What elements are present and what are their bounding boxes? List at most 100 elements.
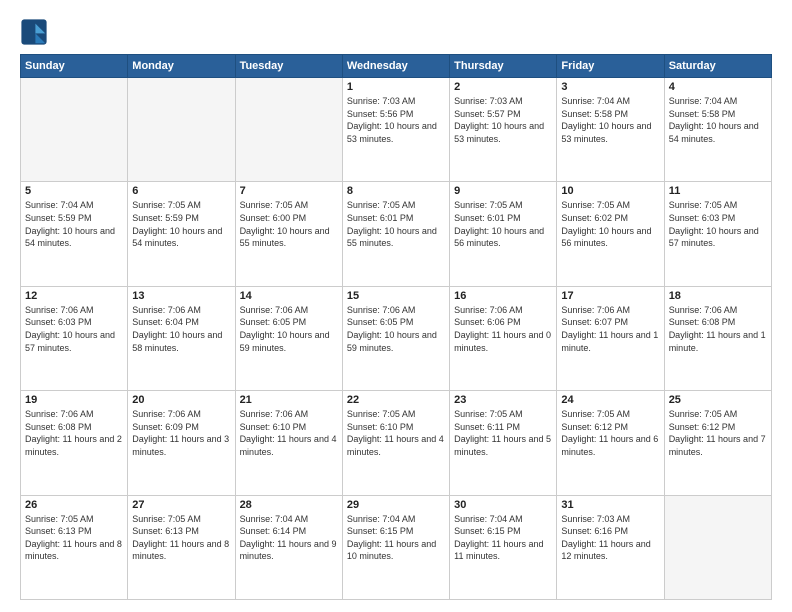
day-info: Sunrise: 7:06 AMSunset: 6:05 PMDaylight:… — [347, 304, 445, 354]
daylight-text: Daylight: 10 hours and 54 minutes. — [669, 120, 767, 145]
sunset-text: Sunset: 5:59 PM — [132, 212, 230, 225]
sunrise-text: Sunrise: 7:04 AM — [240, 513, 338, 526]
daylight-text: Daylight: 10 hours and 54 minutes. — [132, 225, 230, 250]
sunrise-text: Sunrise: 7:04 AM — [669, 95, 767, 108]
calendar-cell-1-5: 2Sunrise: 7:03 AMSunset: 5:57 PMDaylight… — [450, 78, 557, 182]
week-row-3: 12Sunrise: 7:06 AMSunset: 6:03 PMDayligh… — [21, 286, 772, 390]
calendar-cell-4-5: 23 Sunrise: 7:05 AMSunset: 6:11 PMDayligh… — [450, 391, 557, 495]
day-info: Sunrise: 7:05 AMSunset: 6:12 PMDaylight:… — [669, 408, 767, 458]
calendar-cell-2-7: 11Sunrise: 7:05 AMSunset: 6:03 PMDayligh… — [664, 182, 771, 286]
day-info: Sunrise: 7:05 AMSunset: 6:02 PMDaylight:… — [561, 199, 659, 249]
sunset-text: Sunset: 6:08 PM — [25, 421, 123, 434]
daylight-text: Daylight: 11 hours and 4 minutes. — [240, 433, 338, 458]
page: SundayMondayTuesdayWednesdayThursdayFrid… — [0, 0, 792, 612]
day-info: Sunrise: 7:05 AMSunset: 6:11 PMDaylight:… — [454, 408, 552, 458]
day-info: Sunrise: 7:03 AMSunset: 6:16 PMDaylight:… — [561, 513, 659, 563]
day-number: 5 — [25, 185, 123, 197]
daylight-text: Daylight: 11 hours and 4 minutes. — [347, 433, 445, 458]
daylight-text: Daylight: 10 hours and 53 minutes. — [561, 120, 659, 145]
sunset-text: Sunset: 6:05 PM — [240, 316, 338, 329]
day-info: Sunrise: 7:04 AMSunset: 6:15 PMDaylight:… — [454, 513, 552, 563]
day-number: 24 — [561, 394, 659, 406]
daylight-text: Daylight: 11 hours and 1 minute. — [561, 329, 659, 354]
sunrise-text: Sunrise: 7:06 AM — [240, 408, 338, 421]
calendar-cell-5-7 — [664, 495, 771, 599]
sunset-text: Sunset: 5:58 PM — [669, 108, 767, 121]
calendar-cell-1-3 — [235, 78, 342, 182]
calendar-cell-1-6: 3 Sunrise: 7:04 AMSunset: 5:58 PMDaylight… — [557, 78, 664, 182]
sunset-text: Sunset: 6:12 PM — [669, 421, 767, 434]
sunset-text: Sunset: 6:07 PM — [561, 316, 659, 329]
day-number: 16 — [454, 290, 552, 302]
sunrise-text: Sunrise: 7:05 AM — [454, 408, 552, 421]
sunrise-text: Sunrise: 7:05 AM — [454, 199, 552, 212]
daylight-text: Daylight: 11 hours and 9 minutes. — [240, 538, 338, 563]
day-number: 23 — [454, 394, 552, 406]
sunset-text: Sunset: 6:14 PM — [240, 525, 338, 538]
sunrise-text: Sunrise: 7:05 AM — [25, 513, 123, 526]
calendar-cell-2-1: 5Sunrise: 7:04 AMSunset: 5:59 PMDaylight… — [21, 182, 128, 286]
calendar-cell-3-6: 17Sunrise: 7:06 AMSunset: 6:07 PMDayligh… — [557, 286, 664, 390]
sunset-text: Sunset: 5:56 PM — [347, 108, 445, 121]
calendar-cell-3-4: 15 Sunrise: 7:06 AMSunset: 6:05 PMDayligh… — [342, 286, 449, 390]
sunrise-text: Sunrise: 7:06 AM — [347, 304, 445, 317]
day-info: Sunrise: 7:06 AMSunset: 6:07 PMDaylight:… — [561, 304, 659, 354]
day-number: 19 — [25, 394, 123, 406]
logo-icon — [20, 18, 48, 46]
day-info: Sunrise: 7:06 AMSunset: 6:08 PMDaylight:… — [25, 408, 123, 458]
calendar-cell-3-7: 18Sunrise: 7:06 AMSunset: 6:08 PMDayligh… — [664, 286, 771, 390]
day-number: 15 — [347, 290, 445, 302]
day-number: 1 — [347, 81, 445, 93]
calendar-cell-5-6: 31Sunrise: 7:03 AMSunset: 6:16 PMDayligh… — [557, 495, 664, 599]
day-info: Sunrise: 7:05 AMSunset: 6:03 PMDaylight:… — [669, 199, 767, 249]
day-number: 29 — [347, 499, 445, 511]
calendar-cell-3-3: 14Sunrise: 7:06 AMSunset: 6:05 PMDayligh… — [235, 286, 342, 390]
calendar-cell-4-1: 19 Sunrise: 7:06 AMSunset: 6:08 PMDayligh… — [21, 391, 128, 495]
week-row-5: 26Sunrise: 7:05 AMSunset: 6:13 PMDayligh… — [21, 495, 772, 599]
day-info: Sunrise: 7:04 AMSunset: 6:14 PMDaylight:… — [240, 513, 338, 563]
sunrise-text: Sunrise: 7:06 AM — [454, 304, 552, 317]
daylight-text: Daylight: 11 hours and 0 minutes. — [454, 329, 552, 354]
sunset-text: Sunset: 6:03 PM — [669, 212, 767, 225]
day-number: 6 — [132, 185, 230, 197]
calendar-cell-5-4: 29 Sunrise: 7:04 AMSunset: 6:15 PMDayligh… — [342, 495, 449, 599]
day-number: 25 — [669, 394, 767, 406]
logo — [20, 18, 52, 46]
calendar-cell-5-3: 28Sunrise: 7:04 AMSunset: 6:14 PMDayligh… — [235, 495, 342, 599]
calendar-cell-3-2: 13Sunrise: 7:06 AMSunset: 6:04 PMDayligh… — [128, 286, 235, 390]
sunrise-text: Sunrise: 7:05 AM — [669, 199, 767, 212]
day-number: 20 — [132, 394, 230, 406]
calendar-cell-1-7: 4Sunrise: 7:04 AMSunset: 5:58 PMDaylight… — [664, 78, 771, 182]
day-info: Sunrise: 7:06 AMSunset: 6:04 PMDaylight:… — [132, 304, 230, 354]
day-number: 9 — [454, 185, 552, 197]
day-info: Sunrise: 7:04 AMSunset: 5:58 PMDaylight:… — [561, 95, 659, 145]
calendar-cell-4-6: 24Sunrise: 7:05 AMSunset: 6:12 PMDayligh… — [557, 391, 664, 495]
sunrise-text: Sunrise: 7:05 AM — [347, 408, 445, 421]
sunset-text: Sunset: 6:00 PM — [240, 212, 338, 225]
week-row-2: 5Sunrise: 7:04 AMSunset: 5:59 PMDaylight… — [21, 182, 772, 286]
daylight-text: Daylight: 10 hours and 56 minutes. — [561, 225, 659, 250]
day-number: 27 — [132, 499, 230, 511]
daylight-text: Daylight: 11 hours and 7 minutes. — [669, 433, 767, 458]
daylight-text: Daylight: 11 hours and 8 minutes. — [132, 538, 230, 563]
daylight-text: Daylight: 11 hours and 8 minutes. — [25, 538, 123, 563]
sunset-text: Sunset: 6:10 PM — [240, 421, 338, 434]
day-info: Sunrise: 7:06 AMSunset: 6:08 PMDaylight:… — [669, 304, 767, 354]
day-number: 3 — [561, 81, 659, 93]
daylight-text: Daylight: 10 hours and 53 minutes. — [454, 120, 552, 145]
day-info: Sunrise: 7:03 AMSunset: 5:57 PMDaylight:… — [454, 95, 552, 145]
calendar-cell-2-4: 8Sunrise: 7:05 AMSunset: 6:01 PMDaylight… — [342, 182, 449, 286]
daylight-text: Daylight: 10 hours and 55 minutes. — [240, 225, 338, 250]
sunrise-text: Sunrise: 7:06 AM — [132, 304, 230, 317]
weekday-header-thursday: Thursday — [450, 55, 557, 78]
daylight-text: Daylight: 10 hours and 53 minutes. — [347, 120, 445, 145]
daylight-text: Daylight: 10 hours and 59 minutes. — [347, 329, 445, 354]
day-info: Sunrise: 7:04 AMSunset: 6:15 PMDaylight:… — [347, 513, 445, 563]
day-info: Sunrise: 7:03 AMSunset: 5:56 PMDaylight:… — [347, 95, 445, 145]
weekday-header-sunday: Sunday — [21, 55, 128, 78]
week-row-1: 1 Sunrise: 7:03 AMSunset: 5:56 PMDaylight… — [21, 78, 772, 182]
day-number: 14 — [240, 290, 338, 302]
sunset-text: Sunset: 6:13 PM — [25, 525, 123, 538]
daylight-text: Daylight: 11 hours and 3 minutes. — [132, 433, 230, 458]
sunrise-text: Sunrise: 7:05 AM — [132, 513, 230, 526]
